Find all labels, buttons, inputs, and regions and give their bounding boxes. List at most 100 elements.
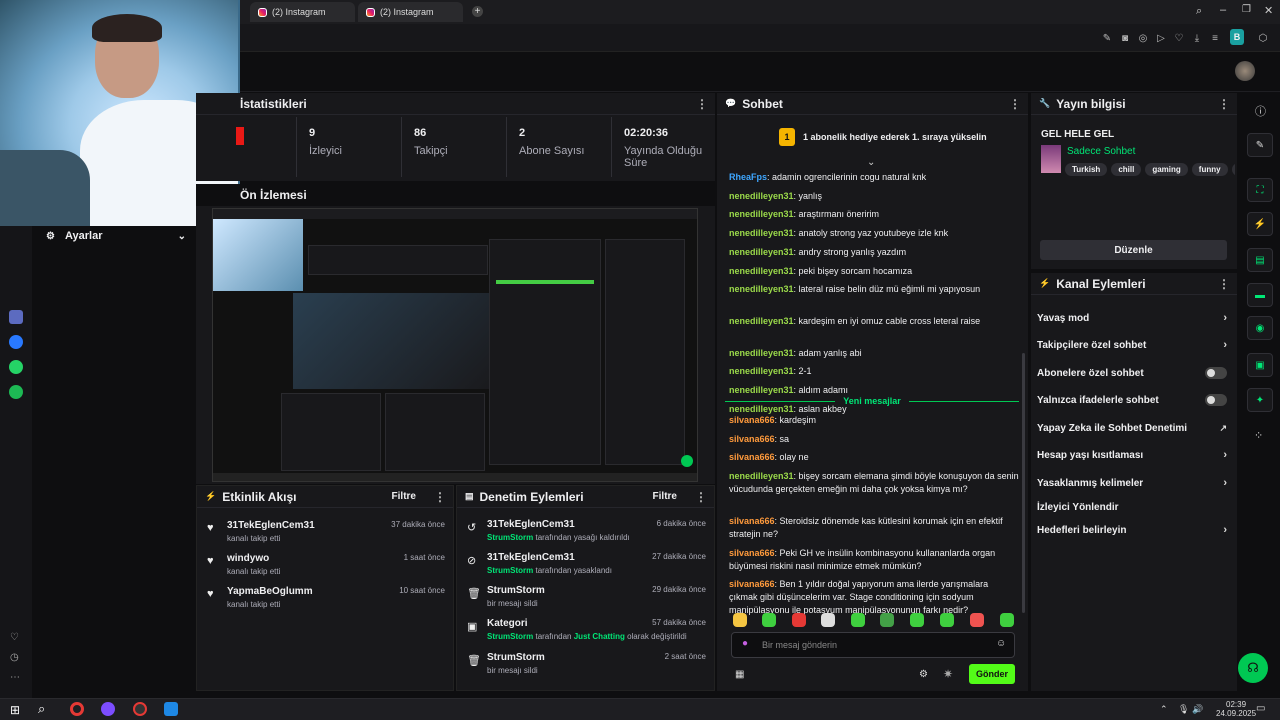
more-options-icon[interactable]: ⋮	[434, 490, 446, 504]
lightning-icon[interactable]: ⚡	[1247, 212, 1273, 236]
tag[interactable]: de	[1231, 163, 1235, 176]
emote-icon[interactable]	[940, 613, 954, 627]
wrench-icon[interactable]: ✦	[1247, 388, 1273, 412]
maximize-icon[interactable]: ❐	[1242, 4, 1251, 15]
heart-icon[interactable]: ♡	[1172, 31, 1186, 45]
moderation-event[interactable]: ⊘ 31TekEglenCem31 StrumStorm tarafından ya…	[465, 552, 706, 582]
emote-icon[interactable]	[970, 613, 984, 627]
chat-message[interactable]: nenedilleyen31: araştırmanı öneririm	[729, 208, 1019, 221]
emote-icon[interactable]	[762, 613, 776, 627]
chat-username[interactable]: RheaFps	[729, 172, 767, 182]
search-icon[interactable]: ⌕	[38, 701, 45, 717]
broadcast-icon[interactable]: ◉	[1247, 316, 1273, 340]
app-icon[interactable]	[164, 702, 178, 716]
store-icon[interactable]: ▦	[735, 669, 744, 680]
heart-icon[interactable]: ♡	[10, 632, 19, 643]
chat-message[interactable]: silvana666: Peki GH ve insülin kombinasy…	[729, 547, 1019, 573]
chat-message[interactable]: silvana666: kardeşim	[729, 414, 1019, 427]
edit-icon[interactable]: ✎	[1100, 31, 1114, 45]
microphone-icon[interactable]: 🎙	[1178, 704, 1189, 715]
chat-message[interactable]: nenedilleyen31: andry strong yanlış yazd…	[729, 246, 1019, 259]
emote-icon[interactable]	[733, 613, 747, 627]
app-icon[interactable]	[101, 702, 115, 716]
tag[interactable]: funny	[1191, 163, 1228, 176]
chat-username[interactable]: nenedilleyen31	[729, 366, 794, 376]
clock-icon[interactable]: ◷	[10, 652, 19, 663]
gift-icon[interactable]: ✷	[943, 667, 953, 681]
chat-message[interactable]: nenedilleyen31: adam yanlış abi	[729, 347, 1019, 360]
mic-icon[interactable]: ●	[742, 638, 748, 649]
edit-button[interactable]: Düzenle	[1040, 240, 1227, 260]
emote-icon[interactable]	[851, 613, 865, 627]
chat-username[interactable]: nenedilleyen31	[729, 316, 794, 326]
moderation-event[interactable]: 🗑 StrumStorm bir mesajı sildi 2 saat önce	[465, 652, 706, 682]
avatar[interactable]	[1235, 61, 1255, 81]
opera-icon[interactable]	[70, 702, 84, 716]
channel-action-goals[interactable]: Hedefleri belirleyin ›	[1037, 520, 1227, 540]
profile-avatar[interactable]: B	[1230, 29, 1244, 45]
cube-icon[interactable]: ⬡	[1256, 31, 1270, 45]
channel-action-subs-only[interactable]: Abonelere özel sohbet	[1037, 363, 1227, 383]
chat-username[interactable]: silvana666	[729, 548, 775, 558]
tag[interactable]: chill	[1111, 163, 1142, 176]
browser-tab-2[interactable]: (2) Instagram	[358, 2, 463, 22]
browser-tab-1[interactable]: (2) Instagram	[250, 2, 355, 22]
close-icon[interactable]: ✕	[1264, 4, 1273, 17]
moderation-event[interactable]: 🗑 StrumStorm bir mesajı sildi 29 dakika önc…	[465, 585, 706, 615]
emoji-icon[interactable]: ☺	[996, 638, 1006, 649]
whatsapp-icon[interactable]	[9, 360, 23, 374]
chat-username[interactable]: nenedilleyen31	[729, 191, 794, 201]
moderation-event[interactable]: ▣ Kategori StrumStorm tarafından Just Chat…	[465, 618, 706, 648]
emote-icon[interactable]	[910, 613, 924, 627]
more-options-icon[interactable]: ⋮	[1218, 97, 1230, 111]
support-icon[interactable]: ☊	[1238, 653, 1268, 683]
chat-bubble-icon[interactable]: ▬	[1247, 283, 1273, 307]
messenger-icon[interactable]	[9, 335, 23, 349]
notification-icon[interactable]: ▭	[1256, 703, 1265, 714]
chat-message[interactable]: nenedilleyen31: 2-1	[729, 365, 1019, 378]
moderation-event[interactable]: ↺ 31TekEglenCem31 StrumStorm tarafından ya…	[465, 519, 706, 549]
chat-message[interactable]: nenedilleyen31: yanlış	[729, 190, 1019, 203]
more-options-icon[interactable]: ⋮	[1218, 277, 1230, 291]
chat-username[interactable]: silvana666	[729, 434, 775, 444]
channel-action-followers-only[interactable]: Takipçilere özel sohbet ›	[1037, 335, 1227, 355]
chat-username[interactable]: silvana666	[729, 452, 775, 462]
chat-message[interactable]: silvana666: sa	[729, 433, 1019, 446]
chat-scrollbar[interactable]	[1022, 353, 1025, 613]
chat-username[interactable]: nenedilleyen31	[729, 228, 794, 238]
filter-button[interactable]: Filtre	[392, 491, 416, 502]
channel-action-ai-moderation[interactable]: Yapay Zeka ile Sohbet Denetimi ↗	[1037, 418, 1227, 438]
spotify-icon[interactable]	[9, 385, 23, 399]
chat-message[interactable]: nenedilleyen31: lateral raise belin düz …	[729, 283, 1019, 296]
chat-message[interactable]: nenedilleyen31: kardeşim en iyi omuz cab…	[729, 315, 1019, 328]
preview-video[interactable]	[212, 208, 698, 482]
send-button[interactable]: Gönder	[969, 664, 1015, 684]
menu-icon[interactable]: ≡	[1208, 31, 1222, 45]
activity-event[interactable]: ♥ windywo kanalı takip etti 1 saat önce	[205, 553, 445, 583]
channel-action-slow-mode[interactable]: Yavaş mod ›	[1037, 308, 1227, 328]
sub-goal-banner[interactable]: 1 1 abonelik hediye ederek 1. sıraya yük…	[779, 128, 987, 146]
activity-event[interactable]: ♥ 31TekEglenCem31 kanalı takip etti 37 daki…	[205, 520, 445, 550]
chat-username[interactable]: nenedilleyen31	[729, 385, 794, 395]
chat-username[interactable]: nenedilleyen31	[729, 471, 794, 481]
channel-action-banned-words[interactable]: Yasaklanmış kelimeler ›	[1037, 473, 1227, 493]
chat-message[interactable]: silvana666: Ben 1 yıldır doğal yapıyorum…	[729, 578, 1019, 617]
more-options-icon[interactable]: ⋮	[695, 490, 707, 504]
toggle-switch[interactable]	[1205, 367, 1227, 379]
chevron-down-icon[interactable]: ⌄	[867, 157, 875, 168]
channel-action-emote-only[interactable]: Yalnızca ifadelerle sohbet	[1037, 390, 1227, 410]
gear-icon[interactable]: ⚙	[919, 669, 928, 680]
play-icon[interactable]: ▷	[1154, 31, 1168, 45]
chat-username[interactable]: nenedilleyen31	[729, 284, 794, 294]
chat-input[interactable]: ● Bir mesaj gönderin ☺	[731, 632, 1015, 658]
target-icon[interactable]: ◎	[1136, 31, 1150, 45]
windows-start-icon[interactable]: ⊞	[10, 703, 20, 717]
pencil-icon[interactable]: ✎	[1247, 133, 1273, 157]
more-icon[interactable]: ⋯	[10, 672, 20, 683]
chat-username[interactable]: nenedilleyen31	[729, 247, 794, 257]
emote-icon[interactable]	[1000, 613, 1014, 627]
toggle-switch[interactable]	[1205, 394, 1227, 406]
chat-username[interactable]: nenedilleyen31	[729, 348, 794, 358]
emote-icon[interactable]	[880, 613, 894, 627]
download-icon[interactable]: ⤓	[1190, 31, 1204, 45]
